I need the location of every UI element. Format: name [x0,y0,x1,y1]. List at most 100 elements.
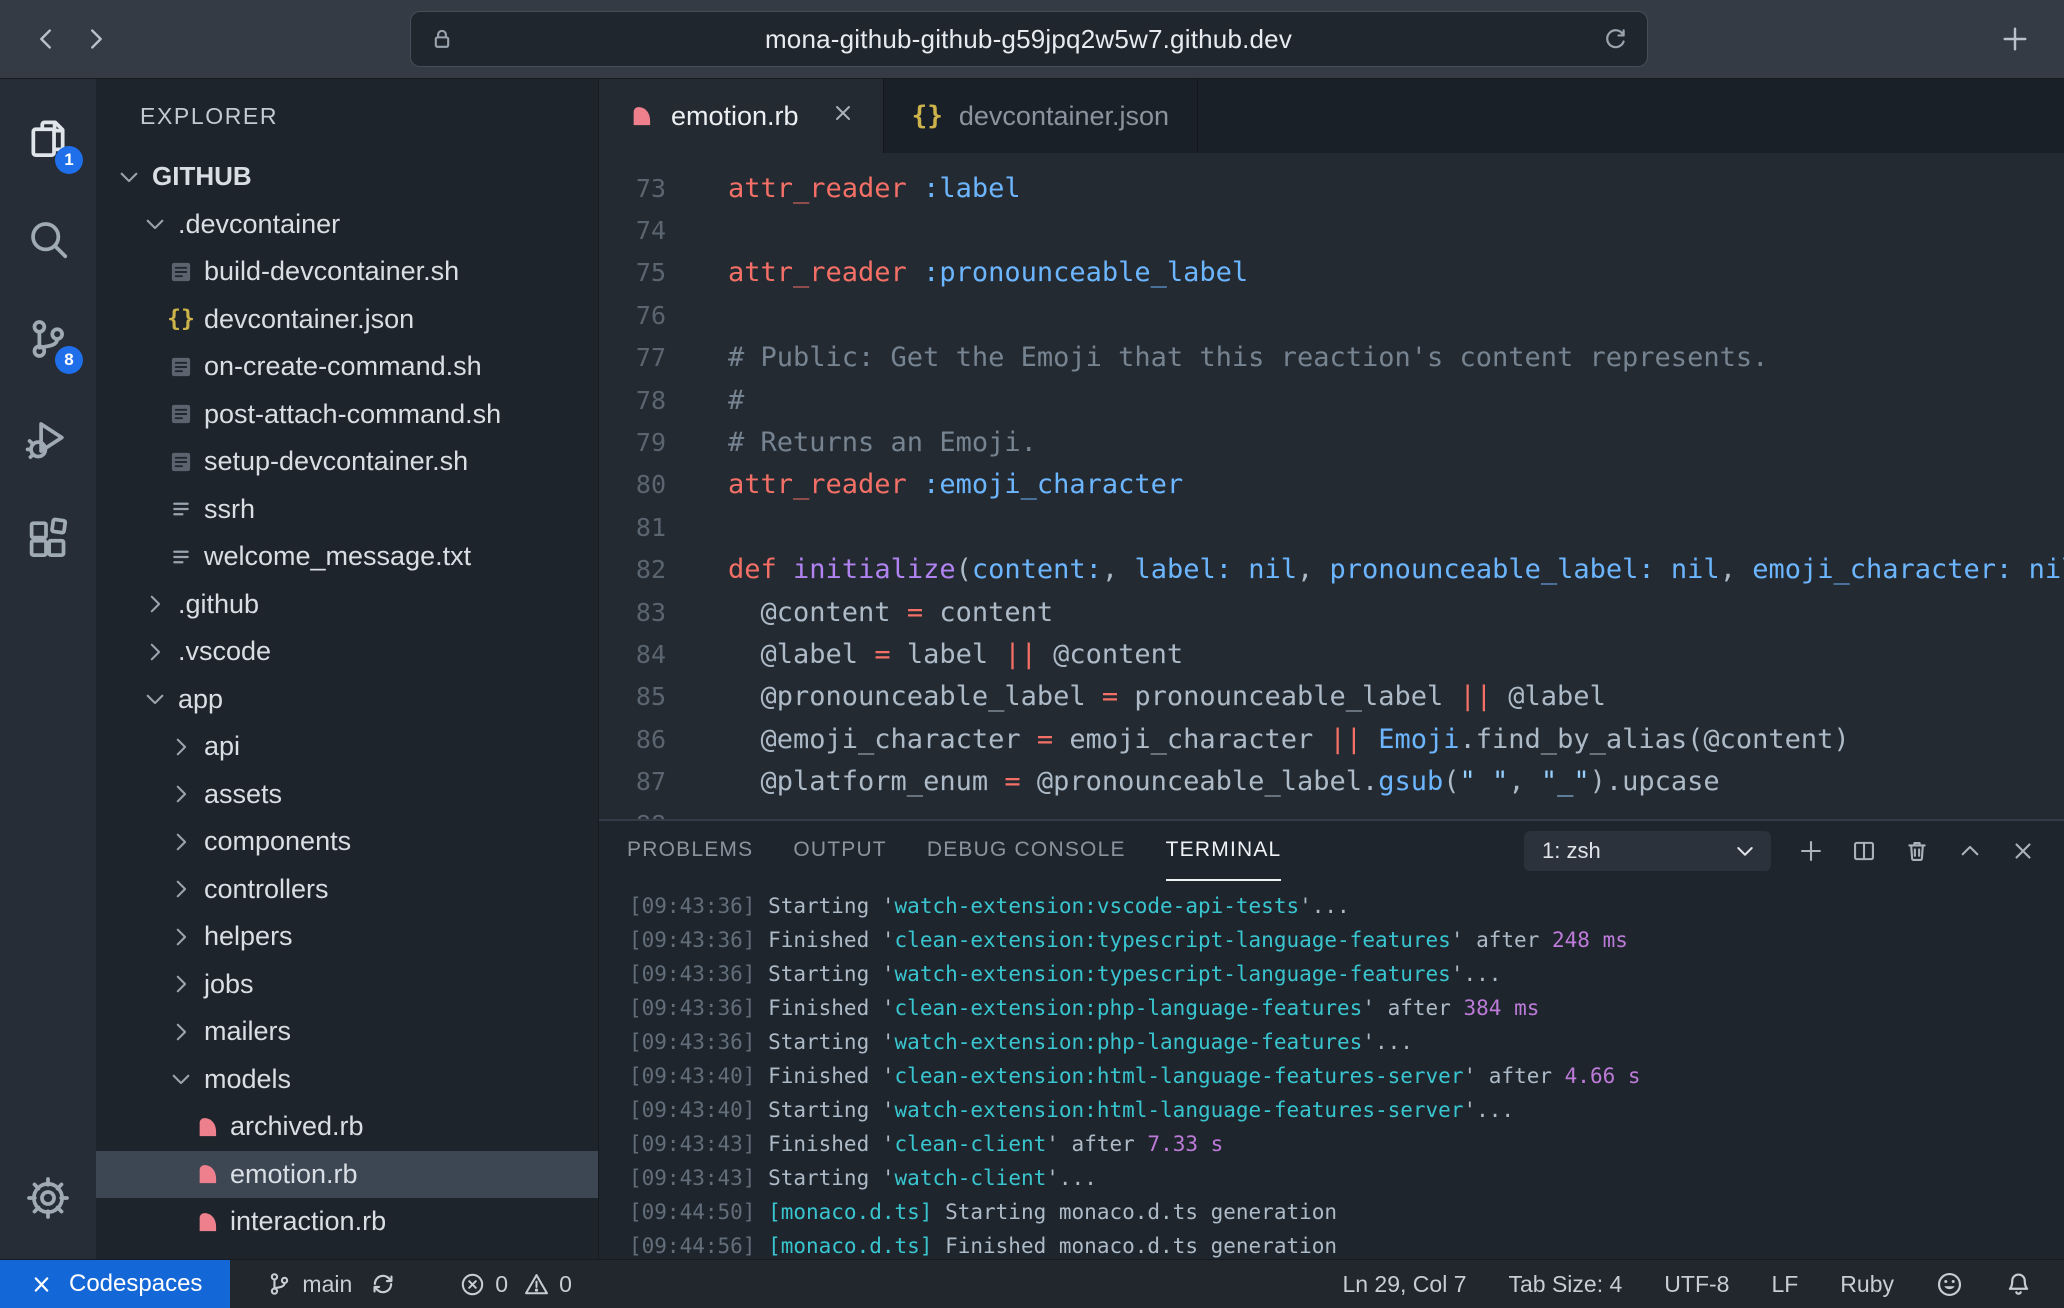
tree-item-api[interactable]: api [96,723,598,771]
new-tab-button[interactable] [2000,24,2030,54]
tree-item-label: on-create-command.sh [204,351,482,382]
problems-indicator[interactable]: 0 0 [460,1271,572,1298]
line-number: 81 [599,513,666,542]
activity-item-source-control[interactable]: 8 [0,289,96,389]
json-braces-icon: {} [167,308,195,331]
tree-item-label: api [204,731,240,762]
terminal-line: [09:43:43] Starting 'watch-client'... [629,1161,2064,1195]
panel-tab-problems[interactable]: PROBLEMS [627,821,753,881]
kill-terminal-button[interactable] [1904,838,1930,864]
editor-tabbar: emotion.rb {}devcontainer.json [599,79,2064,153]
activity-item-explorer[interactable]: 1 [0,89,96,189]
activity-badge: 1 [55,146,83,174]
terminal-output[interactable]: [09:43:36] Starting 'watch-extension:vsc… [599,881,2064,1259]
code-line-82: 82def initialize(content:, label: nil, p… [599,549,2064,591]
tab-close-button[interactable] [831,101,855,132]
code-line-76: 76 [599,294,2064,336]
tree-item-mailers[interactable]: mailers [96,1008,598,1056]
tree-item-.vscode[interactable]: .vscode [96,628,598,676]
tree-item-assets[interactable]: assets [96,771,598,819]
code-editor[interactable]: 73attr_reader :label7475attr_reader :pro… [599,153,2064,819]
tree-item-label: components [204,826,351,857]
tree-item-setup-devcontainer.sh[interactable]: setup-devcontainer.sh [96,438,598,486]
panel-tab-debug-console[interactable]: DEBUG CONSOLE [927,821,1126,881]
tree-item-controllers[interactable]: controllers [96,866,598,914]
tree-item-.devcontainer[interactable]: .devcontainer [96,201,598,249]
search-icon [25,216,71,262]
status-smiley-button[interactable] [1936,1271,1963,1298]
line-number: 83 [599,598,666,627]
tree-item-emotion.rb[interactable]: emotion.rb [96,1151,598,1199]
terminal-line: [09:44:50] [monaco.d.ts] Starting monaco… [629,1195,2064,1229]
panel-tab-terminal[interactable]: TERMINAL [1166,821,1282,881]
status-ruby[interactable]: Ruby [1840,1271,1894,1298]
tree-item-.github[interactable]: .github [96,581,598,629]
terminal-shell-select[interactable]: 1: zsh [1524,831,1771,871]
panel-tab-output[interactable]: OUTPUT [793,821,887,881]
tab-emotion.rb[interactable]: emotion.rb [599,79,884,153]
tree-item-on-create-command.sh[interactable]: on-create-command.sh [96,343,598,391]
status-tab-size-4[interactable]: Tab Size: 4 [1508,1271,1622,1298]
status-lf[interactable]: LF [1771,1271,1798,1298]
line-number: 87 [599,767,666,796]
panel-header: PROBLEMS OUTPUT DEBUG CONSOLE TERMINAL 1: z… [599,821,2064,881]
chev-right-icon [168,971,194,997]
tree-item-components[interactable]: components [96,818,598,866]
line-number: 88 [599,810,666,819]
tree-item-interaction.rb[interactable]: interaction.rb [96,1198,598,1246]
chev-right-icon [168,1019,194,1045]
status-ln-29-col-7[interactable]: Ln 29, Col 7 [1342,1271,1466,1298]
tab-devcontainer.json[interactable]: {}devcontainer.json [884,79,1198,153]
tree-item-label: mailers [204,1016,291,1047]
terminal-line: [09:43:36] Finished 'clean-extension:typ… [629,923,2064,957]
tree-item-label: .devcontainer [178,209,340,240]
activity-item-extensions[interactable] [0,489,96,589]
back-button[interactable] [28,21,64,57]
activity-badge: 8 [55,346,83,374]
refresh-icon[interactable] [1602,26,1629,53]
codespaces-button[interactable]: Codespaces [0,1260,230,1308]
code-line-74: 74 [599,209,2064,251]
tree-item-archived.rb[interactable]: archived.rb [96,1103,598,1151]
activity-item-run-debug[interactable] [0,389,96,489]
chev-right-icon [168,924,194,950]
bottom-panel: PROBLEMS OUTPUT DEBUG CONSOLE TERMINAL 1: z… [599,819,2064,1259]
code-line-81: 81 [599,506,2064,548]
warning-icon [524,1272,549,1297]
shell-icon [167,400,195,428]
tree-item-ssrh[interactable]: ssrh [96,486,598,534]
tree-item-label: controllers [204,874,329,905]
line-number: 77 [599,343,666,372]
tree-item-devcontainer.json[interactable]: {}devcontainer.json [96,296,598,344]
new-terminal-button[interactable] [1798,838,1824,864]
code-line-85: 85 @pronounceable_label = pronounceable_… [599,676,2064,718]
tree-item-jobs[interactable]: jobs [96,961,598,1009]
tree-item-welcome_message.txt[interactable]: welcome_message.txt [96,533,598,581]
branch-indicator[interactable]: main [266,1271,396,1298]
tree-item-helpers[interactable]: helpers [96,913,598,961]
split-terminal-button[interactable] [1851,838,1877,864]
status-bell-button[interactable] [2005,1271,2032,1298]
tab-label: emotion.rb [671,101,799,132]
line-number: 74 [599,216,666,245]
tree-item-label: .github [178,589,259,620]
ruby-icon [193,1113,221,1141]
url-text: mona-github-github-g59jpq2w5w7.github.de… [455,24,1602,55]
close-panel-button[interactable] [2010,838,2036,864]
tree-item-label: ssrh [204,494,255,525]
smiley-icon [1936,1271,1963,1298]
tree-item-app[interactable]: app [96,676,598,724]
tree-item-models[interactable]: models [96,1056,598,1104]
settings-button[interactable] [0,1163,96,1233]
sync-icon [370,1271,396,1297]
chev-right-icon [168,781,194,807]
address-bar[interactable]: mona-github-github-g59jpq2w5w7.github.de… [410,11,1648,67]
forward-button[interactable] [78,21,114,57]
code-line-80: 80attr_reader :emoji_character [599,464,2064,506]
tree-item-build-devcontainer.sh[interactable]: build-devcontainer.sh [96,248,598,296]
maximize-panel-button[interactable] [1957,838,1983,864]
activity-item-search[interactable] [0,189,96,289]
tree-item-GITHUB[interactable]: GITHUB [96,153,598,201]
tree-item-post-attach-command.sh[interactable]: post-attach-command.sh [96,391,598,439]
status-utf-8[interactable]: UTF-8 [1664,1271,1729,1298]
